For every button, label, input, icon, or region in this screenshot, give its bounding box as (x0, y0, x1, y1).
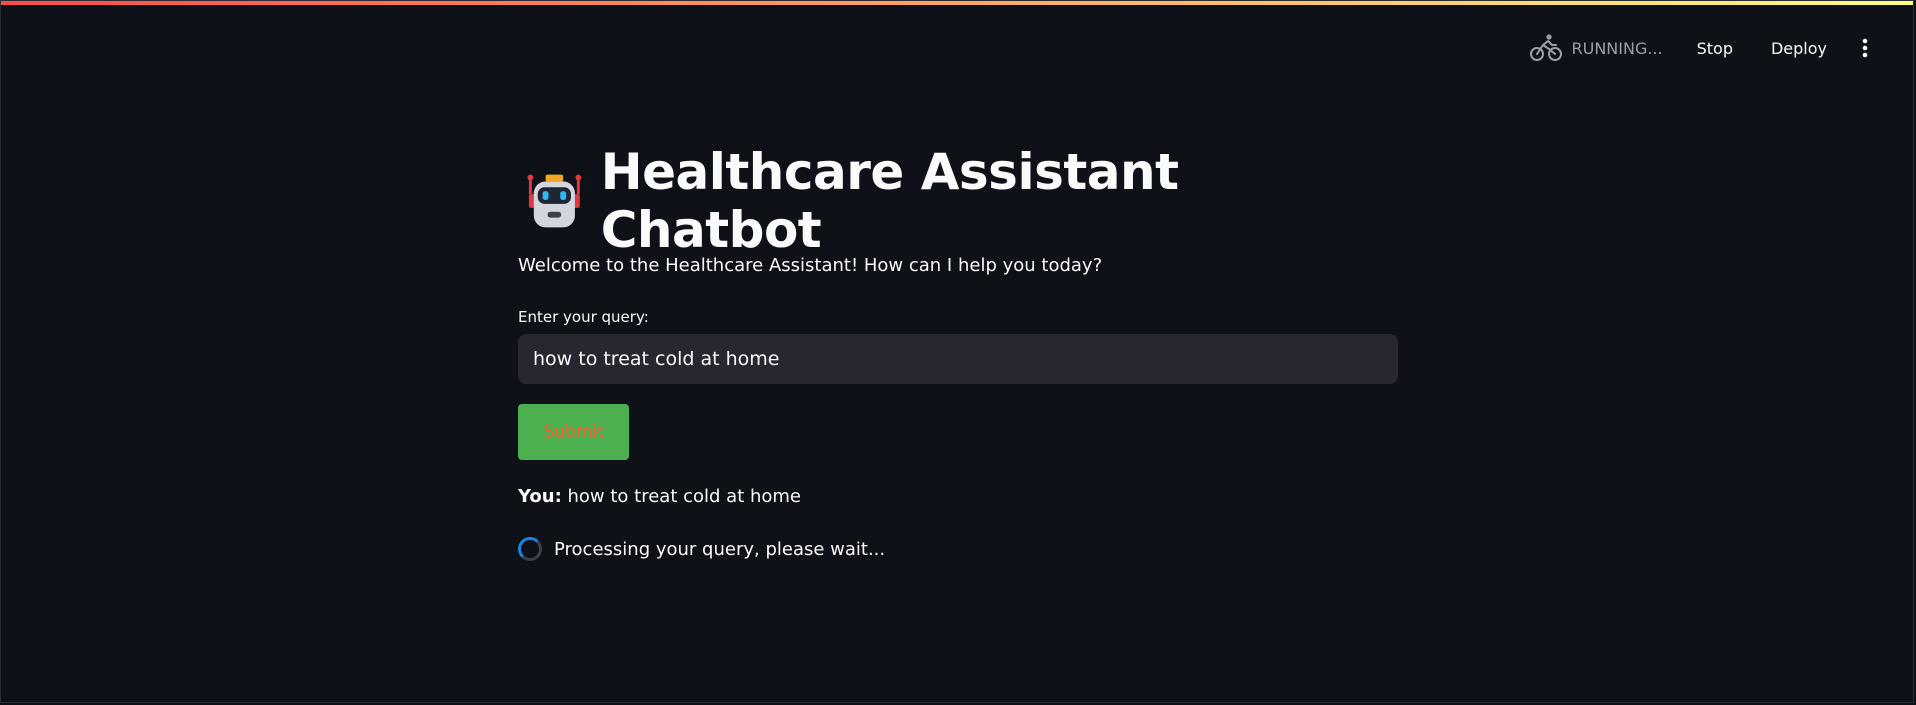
main-menu-button[interactable] (1851, 31, 1879, 65)
user-message-text: how to treat cold at home (567, 486, 802, 507)
stop-button[interactable]: Stop (1689, 35, 1741, 62)
user-message-prefix: You: (518, 486, 562, 507)
running-status-text: RUNNING... (1571, 38, 1663, 58)
query-input-label: Enter your query: (518, 308, 649, 326)
running-status: RUNNING... (1529, 33, 1663, 63)
bicycle-icon (1530, 34, 1563, 61)
processing-status: Processing your query, please wait... (518, 537, 1398, 561)
user-message: You: how to treat cold at home (518, 486, 1398, 507)
query-input[interactable] (518, 334, 1398, 384)
processing-text: Processing your query, please wait... (554, 538, 886, 560)
header-toolbar: RUNNING... Stop Deploy (1529, 31, 1879, 65)
robot-icon (527, 174, 582, 228)
more-vertical-icon (1862, 38, 1868, 58)
title-row: Healthcare Assistant Chatbot (518, 143, 1398, 259)
submit-button[interactable]: Submit (518, 404, 629, 460)
top-decoration-bar (1, 1, 1913, 5)
app-window: RUNNING... Stop Deploy Healthcare Assist… (0, 0, 1914, 703)
main-content: Healthcare Assistant Chatbot Welcome to … (518, 143, 1398, 561)
page-title: Healthcare Assistant Chatbot (600, 143, 1179, 259)
loading-spinner-icon (518, 537, 542, 561)
deploy-button[interactable]: Deploy (1763, 35, 1835, 62)
